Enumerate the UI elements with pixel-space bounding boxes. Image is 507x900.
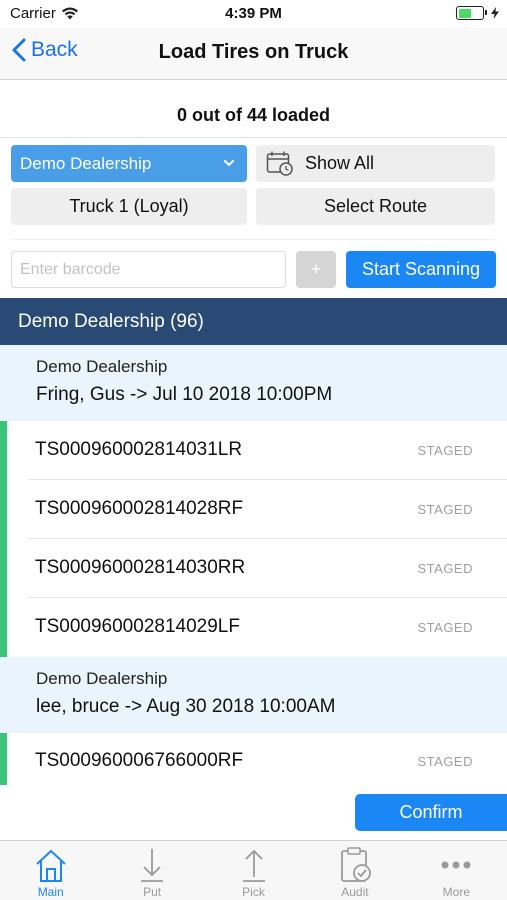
confirm-button[interactable]: Confirm: [355, 794, 507, 831]
chevron-left-icon: [12, 38, 26, 62]
select-route-button[interactable]: Select Route: [256, 188, 495, 225]
show-all-label: Show All: [305, 153, 375, 173]
navigation-bar: Back Load Tires on Truck: [0, 28, 507, 80]
group-customer: lee, bruce -> Aug 30 2018 10:00AM: [36, 696, 336, 717]
tab-bar: Main Put Pick Audit More: [0, 840, 507, 900]
battery-icon: [456, 6, 487, 20]
section-header: Demo Dealership (96): [0, 298, 507, 345]
tire-status: STAGED: [417, 561, 473, 576]
tire-code: TS000960002814031LR: [35, 439, 243, 460]
tire-status: STAGED: [417, 620, 473, 635]
tab-main[interactable]: Main: [0, 841, 101, 900]
staged-indicator: [0, 539, 7, 598]
back-button[interactable]: Back: [12, 38, 78, 62]
tab-audit-label: Audit: [341, 885, 369, 899]
tire-code: TS000960002814029LF: [35, 616, 240, 637]
staged-indicator: [0, 733, 7, 785]
tab-put[interactable]: Put: [101, 841, 202, 900]
status-bar: Carrier 4:39 PM: [0, 0, 507, 28]
staged-indicator: [0, 421, 7, 480]
divider: [11, 239, 495, 240]
tire-row[interactable]: TS000960002814028RF STAGED: [0, 480, 507, 539]
tire-row[interactable]: TS000960002814029LF STAGED: [0, 598, 507, 657]
home-icon: [36, 849, 66, 882]
calendar-clock-icon: [266, 151, 293, 176]
truck-select-button[interactable]: Truck 1 (Loyal): [11, 188, 247, 225]
staged-indicator: [0, 598, 7, 657]
battery-indicator: [456, 6, 499, 20]
back-label: Back: [31, 38, 78, 61]
tab-pick[interactable]: Pick: [203, 841, 304, 900]
staged-indicator: [0, 480, 7, 539]
dealership-select-value: Demo Dealership: [20, 154, 152, 173]
tab-pick-label: Pick: [242, 885, 265, 899]
clipboard-check-icon: [341, 847, 371, 882]
tab-main-label: Main: [37, 885, 64, 899]
loaded-count: 0 out of 44 loaded: [0, 92, 507, 138]
add-barcode-button[interactable]: +: [296, 251, 336, 288]
group-customer: Fring, Gus -> Jul 10 2018 10:00PM: [36, 384, 333, 405]
tab-more-label: More: [442, 885, 470, 899]
group-header: Demo Dealership lee, bruce -> Aug 30 201…: [0, 657, 507, 733]
tab-more[interactable]: More: [406, 841, 507, 900]
clock: 4:39 PM: [225, 5, 282, 22]
show-all-button[interactable]: Show All: [256, 145, 495, 182]
more-dots-icon: [441, 861, 471, 869]
arrow-up-icon: [242, 849, 265, 882]
barcode-input[interactable]: [11, 251, 286, 288]
tire-status: STAGED: [417, 443, 473, 458]
group-header: Demo Dealership Fring, Gus -> Jul 10 201…: [0, 345, 507, 421]
charging-icon: [491, 7, 499, 19]
dealership-select[interactable]: Demo Dealership: [11, 145, 247, 182]
arrow-down-icon: [141, 849, 164, 882]
group-dealer: Demo Dealership: [36, 669, 168, 688]
tire-code: TS000960006766000RF: [35, 750, 244, 771]
tab-audit[interactable]: Audit: [304, 841, 405, 900]
tire-row[interactable]: TS000960002814031LR STAGED: [0, 421, 507, 480]
tire-code: TS000960002814030RR: [35, 557, 246, 578]
tire-row[interactable]: TS000960006766000RF STAGED: [0, 733, 507, 785]
tire-row[interactable]: TS000960002814030RR STAGED: [0, 539, 507, 598]
tire-status: STAGED: [417, 754, 473, 769]
tire-code: TS000960002814028RF: [35, 498, 244, 519]
tire-status: STAGED: [417, 502, 473, 517]
chevron-down-icon: [224, 160, 234, 166]
start-scanning-button[interactable]: Start Scanning: [346, 251, 496, 288]
tab-put-label: Put: [143, 885, 162, 899]
group-dealer: Demo Dealership: [36, 357, 168, 376]
